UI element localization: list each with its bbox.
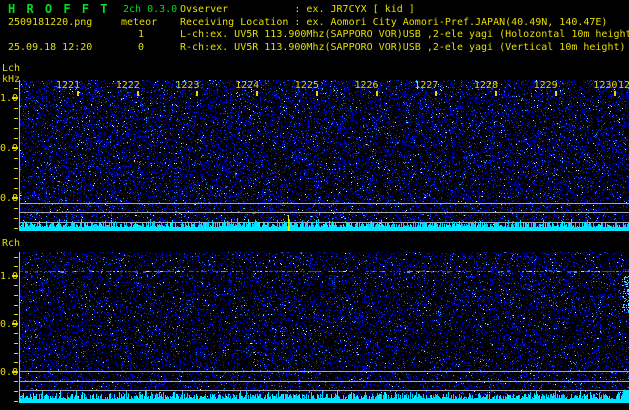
- time-label: 1222: [116, 81, 140, 91]
- time-tick: [555, 91, 557, 96]
- time-label: 1223: [175, 81, 199, 91]
- observer-info-line: Ovserver : ex. JR7CYX [ kid ]: [180, 5, 415, 15]
- rch-channel-label: Rch: [2, 238, 20, 249]
- freq-tick: [14, 108, 18, 109]
- frequency-unit-label: kHz: [2, 74, 20, 85]
- freq-tick: [14, 228, 18, 229]
- freq-tick: [14, 333, 18, 334]
- freq-tick: [14, 208, 18, 209]
- freq-tick: [14, 168, 18, 169]
- location-info-line: Receiving Location : ex. Aomori City Aom…: [180, 18, 607, 28]
- freq-label: 1.0: [0, 271, 12, 282]
- time-tick: [256, 91, 258, 96]
- freq-tick: [14, 158, 18, 159]
- freq-tick: [14, 353, 18, 354]
- freq-label: 0.9: [0, 143, 12, 154]
- freq-tick: [12, 97, 18, 99]
- rch-axis-line: [19, 252, 20, 403]
- time-label: 1228: [474, 81, 498, 91]
- mode-label: meteor: [121, 17, 157, 28]
- hrofft-window: H R O F F T 2ch 0.3.0 2509181220.png met…: [0, 0, 629, 410]
- time-tick: [614, 91, 616, 96]
- freq-tick: [12, 275, 18, 277]
- rch-receiver-info-line: R-ch:ex. UV5R 113.900Mhz(SAPPORO VOR)USB…: [180, 43, 626, 53]
- time-tick: [316, 91, 318, 96]
- freq-label: 0.8: [0, 367, 12, 378]
- time-label: 1226: [355, 81, 379, 91]
- freq-tick: [14, 314, 18, 315]
- meteor-count-rch: 0: [114, 42, 144, 53]
- time-tick: [495, 91, 497, 96]
- freq-tick: [12, 323, 18, 325]
- time-label: 1227: [414, 81, 438, 91]
- time-tick: [137, 91, 139, 96]
- freq-tick: [14, 118, 18, 119]
- freq-tick: [14, 218, 18, 219]
- freq-tick: [14, 305, 18, 306]
- rch-spectrogram: [20, 252, 629, 403]
- time-tick: [196, 91, 198, 96]
- lch-axis-line: [19, 80, 20, 231]
- freq-tick: [14, 257, 18, 258]
- app-version: 2ch 0.3.0: [123, 4, 177, 15]
- time-tick: [435, 91, 437, 96]
- freq-tick: [14, 295, 18, 296]
- freq-tick: [14, 391, 18, 392]
- freq-label: 0.9: [0, 319, 12, 330]
- lch-channel-label: Lch: [2, 63, 20, 74]
- freq-tick: [14, 343, 18, 344]
- freq-tick: [12, 147, 18, 149]
- freq-label: 1.0: [0, 93, 12, 104]
- freq-tick: [14, 128, 18, 129]
- lch-receiver-info-line: L-ch:ex. UV5R 113.900Mhz(SAPPORO VOR)USB…: [180, 30, 629, 40]
- freq-label: 0.8: [0, 193, 12, 204]
- freq-tick: [14, 266, 18, 267]
- freq-tick: [14, 138, 18, 139]
- output-filename: 2509181220.png: [8, 17, 92, 28]
- time-tick: [376, 91, 378, 96]
- freq-tick: [14, 88, 18, 89]
- time-label: 1221: [56, 81, 80, 91]
- time-label: 1224: [235, 81, 259, 91]
- time-label-partial: 12: [618, 81, 629, 91]
- lch-spectrogram: [20, 80, 629, 231]
- app-title: H R O F F T: [8, 3, 109, 15]
- freq-tick: [14, 381, 18, 382]
- freq-tick: [14, 178, 18, 179]
- time-tick: [77, 91, 79, 96]
- freq-tick: [14, 362, 18, 363]
- meteor-count-lch: 1: [114, 29, 144, 40]
- freq-tick: [12, 371, 18, 373]
- freq-tick: [14, 285, 18, 286]
- freq-tick: [14, 188, 18, 189]
- time-label: 1225: [295, 81, 319, 91]
- timestamp: 25.09.18 12:20: [8, 42, 92, 53]
- time-label: 1230: [593, 81, 617, 91]
- freq-tick: [14, 401, 18, 402]
- time-label: 1229: [534, 81, 558, 91]
- freq-tick: [12, 197, 18, 199]
